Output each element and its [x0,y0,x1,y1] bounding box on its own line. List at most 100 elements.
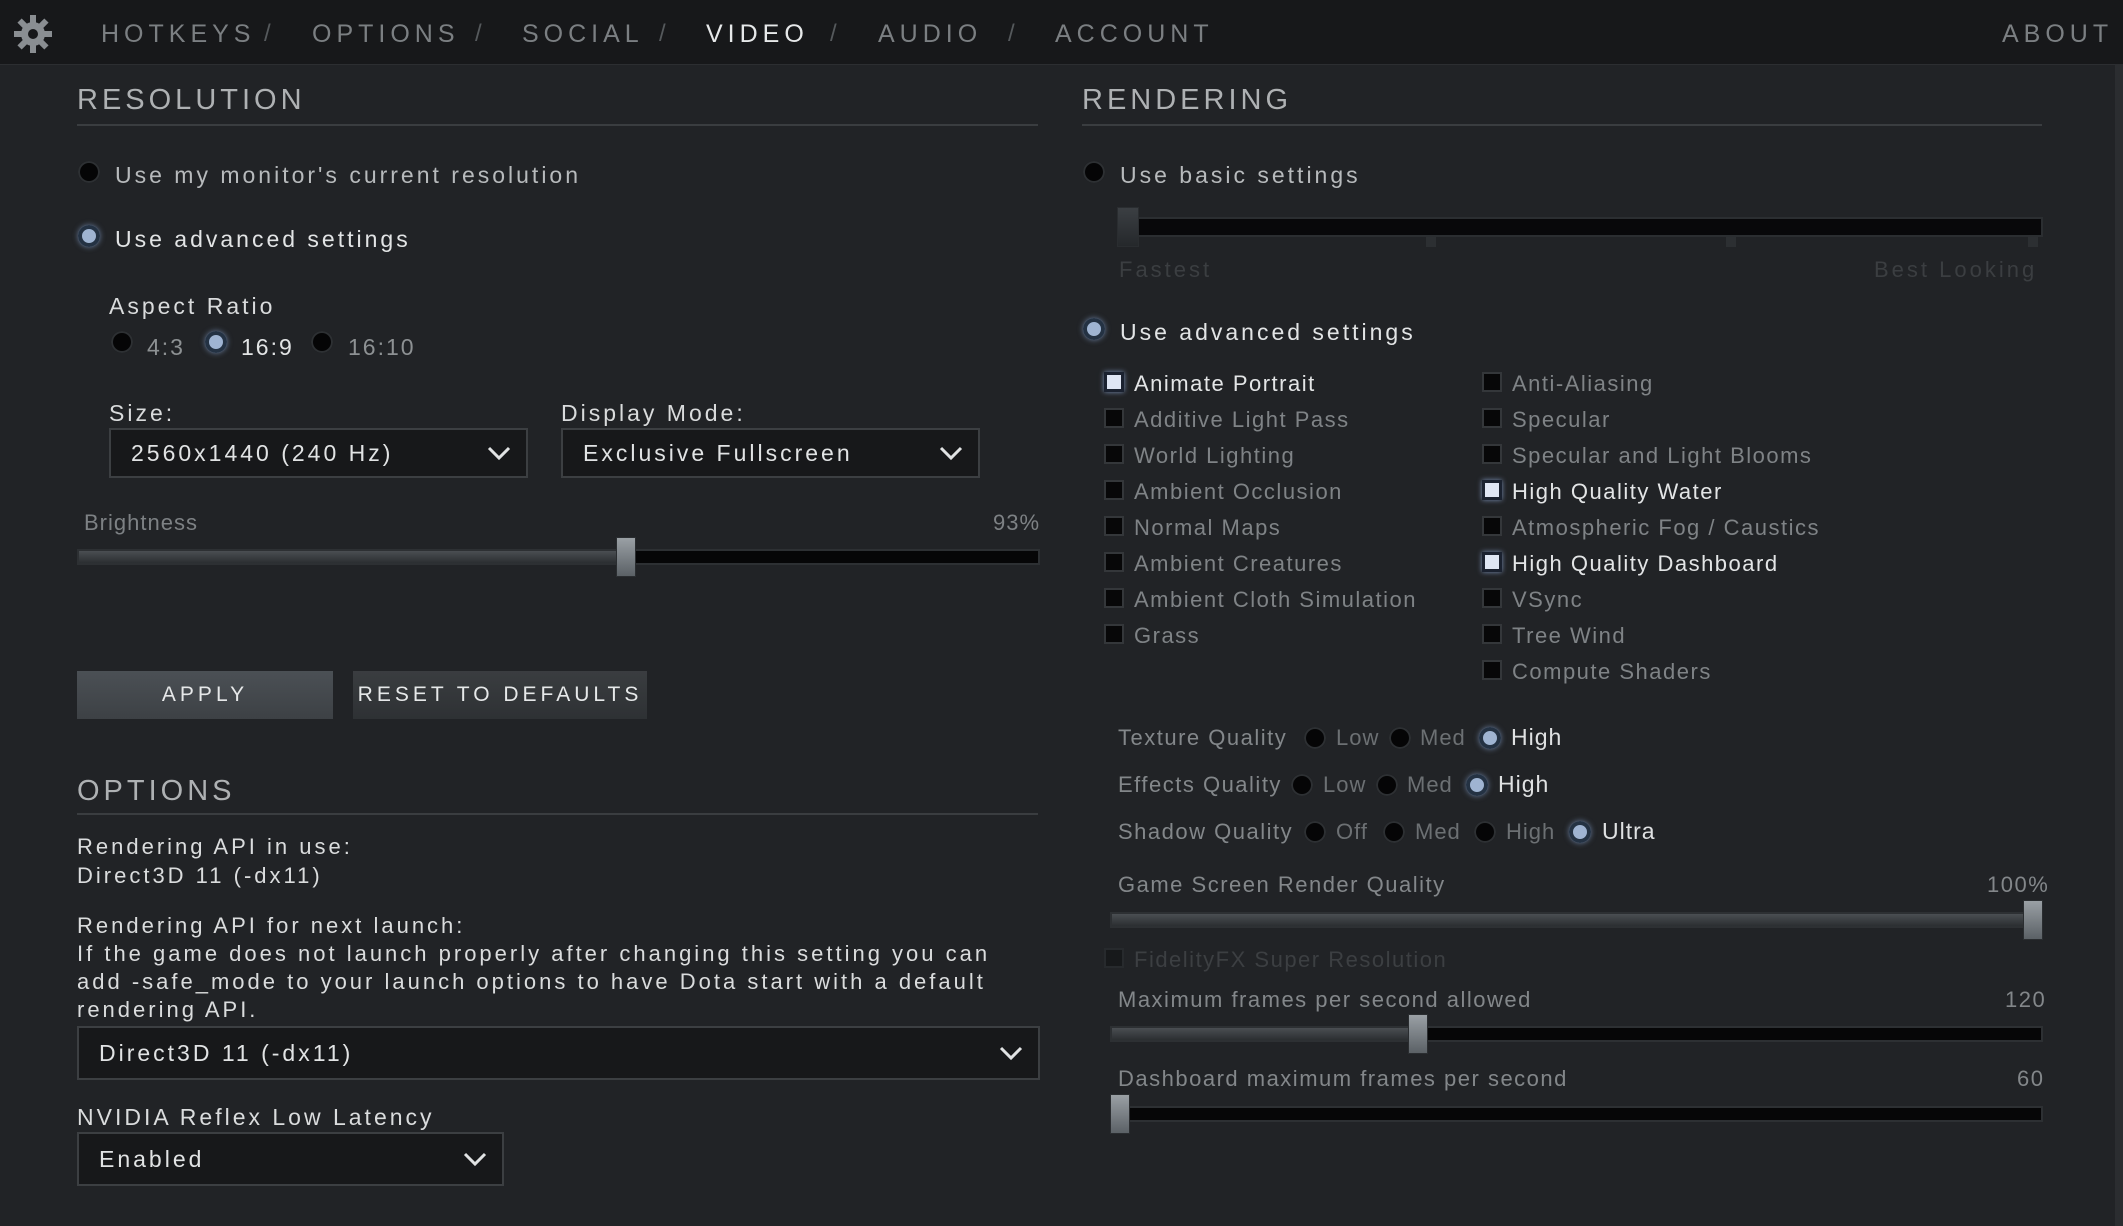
specular-blooms-checkbox[interactable] [1482,444,1502,464]
render-quality-thumb[interactable] [2023,900,2043,940]
slider-tick [1726,237,1736,247]
max-fps-value: 120 [2005,987,2047,1012]
brightness-slider[interactable] [77,549,1040,565]
max-fps-label: Maximum frames per second allowed [1118,987,1532,1012]
animate-portrait-checkbox[interactable] [1104,372,1124,392]
tab-options[interactable]: OPTIONS [312,0,460,64]
size-dropdown[interactable]: 2560x1440 (240 Hz) [109,428,528,478]
divider [1082,124,2042,126]
basic-quality-thumb[interactable] [1117,207,1139,247]
shadow-off-radio[interactable] [1304,821,1326,843]
divider [77,813,1038,815]
effects-low-radio[interactable] [1291,774,1313,796]
advanced-resolution-radio[interactable] [78,225,100,247]
shadow-quality-label: Shadow Quality [1118,819,1294,844]
max-fps-thumb[interactable] [1407,1014,1428,1054]
scrollbar-track[interactable] [2115,64,2123,1226]
render-quality-slider[interactable] [1110,912,2043,928]
tab-about[interactable]: ABOUT [2002,0,2113,64]
atmospheric-fog-label: Atmospheric Fog / Caustics [1512,515,1820,540]
texture-low-label: Low [1336,725,1380,750]
nav-separator: / [659,20,666,47]
high-quality-water-label: High Quality Water [1512,479,1723,504]
additive-light-pass-label: Additive Light Pass [1134,407,1350,432]
resolution-title: RESOLUTION [77,84,306,116]
aspect-4-3-radio[interactable] [111,331,133,353]
shadow-ultra-label: Ultra [1602,818,1656,844]
top-nav-bar: HOTKEYS / OPTIONS / SOCIAL / VIDEO / AUD… [0,0,2123,65]
shadow-ultra-radio[interactable] [1569,821,1591,843]
reset-defaults-button[interactable]: RESET TO DEFAULTS [353,671,647,719]
dashboard-fps-thumb[interactable] [1110,1094,1130,1134]
ambient-creatures-checkbox[interactable] [1104,552,1124,572]
compute-shaders-checkbox[interactable] [1482,660,1502,680]
api-next-launch-label: Rendering API for next launch: [77,913,466,938]
vsync-checkbox[interactable] [1482,588,1502,608]
dashboard-fps-value: 60 [2017,1066,2045,1091]
aspect-ratio-label: Aspect Ratio [109,293,276,319]
anti-aliasing-checkbox[interactable] [1482,372,1502,392]
display-mode-dropdown[interactable]: Exclusive Fullscreen [561,428,980,478]
aspect-16-9-radio[interactable] [205,331,227,353]
shadow-high-label: High [1506,819,1556,844]
reflex-value: Enabled [99,1146,205,1172]
api-note-line-2: add -safe_mode to your launch options to… [77,969,986,994]
tab-social[interactable]: SOCIAL [522,0,644,64]
tab-audio[interactable]: AUDIO [878,0,982,64]
brightness-fill [79,551,626,563]
normal-maps-label: Normal Maps [1134,515,1282,540]
aspect-16-10-radio[interactable] [311,331,333,353]
nav-separator: / [1008,20,1015,47]
texture-quality-label: Texture Quality [1118,725,1288,750]
shadow-med-radio[interactable] [1383,821,1405,843]
texture-high-radio[interactable] [1479,727,1501,749]
grass-checkbox[interactable] [1104,624,1124,644]
chevron-down-icon [999,1046,1023,1061]
ambient-occlusion-checkbox[interactable] [1104,480,1124,500]
advanced-rendering-radio[interactable] [1083,318,1105,340]
nav-separator: / [475,20,482,47]
basic-settings-radio[interactable] [1083,161,1105,183]
fsr-checkbox[interactable] [1104,948,1124,968]
tab-account[interactable]: ACCOUNT [1055,0,1214,64]
max-fps-slider[interactable] [1110,1026,2043,1042]
ambient-occlusion-label: Ambient Occlusion [1134,479,1343,504]
chevron-down-icon [939,446,963,461]
effects-low-label: Low [1323,772,1367,797]
brightness-thumb[interactable] [615,537,636,577]
tab-video[interactable]: VIDEO [706,0,809,64]
effects-quality-label: Effects Quality [1118,772,1282,797]
dashboard-fps-slider[interactable] [1110,1106,2043,1122]
effects-med-radio[interactable] [1376,774,1398,796]
ambient-cloth-checkbox[interactable] [1104,588,1124,608]
gear-icon[interactable] [12,13,54,55]
atmospheric-fog-checkbox[interactable] [1482,516,1502,536]
reflex-dropdown[interactable]: Enabled [77,1132,504,1186]
world-lighting-checkbox[interactable] [1104,444,1124,464]
tree-wind-checkbox[interactable] [1482,624,1502,644]
texture-low-radio[interactable] [1304,727,1326,749]
specular-blooms-label: Specular and Light Blooms [1512,443,1813,468]
anti-aliasing-label: Anti-Aliasing [1512,371,1654,396]
slider-tick [2028,237,2038,247]
apply-button[interactable]: APPLY [77,671,333,719]
rendering-api-dropdown[interactable]: Direct3D 11 (-dx11) [77,1026,1040,1080]
shadow-high-radio[interactable] [1474,821,1496,843]
high-quality-dashboard-checkbox[interactable] [1482,552,1502,572]
normal-maps-checkbox[interactable] [1104,516,1124,536]
chevron-down-icon [463,1152,487,1167]
tab-hotkeys[interactable]: HOTKEYS [101,0,255,64]
fastest-label: Fastest [1119,257,1213,282]
chevron-down-icon [487,446,511,461]
specular-checkbox[interactable] [1482,408,1502,428]
display-mode-label: Display Mode: [561,400,746,426]
additive-light-pass-checkbox[interactable] [1104,408,1124,428]
effects-med-label: Med [1407,772,1453,797]
size-label: Size: [109,400,176,426]
high-quality-water-checkbox[interactable] [1482,480,1502,500]
effects-high-radio[interactable] [1466,774,1488,796]
basic-quality-slider[interactable] [1117,217,2043,237]
texture-med-radio[interactable] [1389,727,1411,749]
monitor-resolution-radio[interactable] [78,161,100,183]
dashboard-fps-label: Dashboard maximum frames per second [1118,1066,1568,1091]
